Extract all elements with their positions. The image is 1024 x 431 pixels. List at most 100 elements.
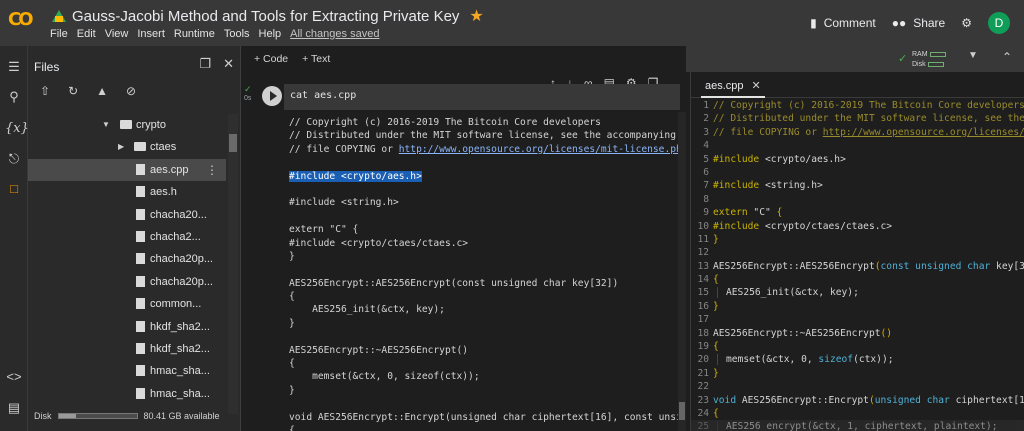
files-scrollbar[interactable]	[228, 114, 238, 414]
menu-help[interactable]: Help	[259, 28, 282, 40]
close-icon[interactable]: ✕	[223, 56, 234, 72]
tree-row-file[interactable]: hkdf_sha2...	[28, 338, 226, 360]
more-vert-icon[interactable]: ⋮	[206, 159, 218, 181]
add-code-button[interactable]: + Code	[254, 46, 288, 72]
hide-icon[interactable]: ⊘	[126, 84, 136, 98]
files-panel: Files ❐ ✕ ⇧ ↻ ▲ ⊘ ▼ crypto ▶ ctaes aes.c…	[28, 46, 241, 431]
tree-row-file[interactable]: hmac_sha...	[28, 383, 226, 405]
notebook-scrollbar[interactable]	[678, 112, 686, 431]
scrollbar-thumb[interactable]	[229, 134, 237, 152]
left-rail: ☰ ⚲ {x} ⎋ □ <> ▤	[0, 46, 29, 431]
ram-label: RAM	[912, 50, 928, 58]
chevron-down-icon[interactable]: ▼	[102, 114, 110, 136]
code-token: {	[713, 407, 719, 419]
list-icon[interactable]: ☰	[5, 58, 23, 76]
resource-meter[interactable]: RAM Disk	[912, 49, 946, 69]
save-status[interactable]: All changes saved	[290, 28, 379, 40]
colab-logo[interactable]: CO	[8, 9, 33, 30]
menu-runtime[interactable]: Runtime	[174, 28, 215, 40]
notebook-title[interactable]: Gauss-Jacobi Method and Tools for Extrac…	[72, 8, 459, 25]
tree-row-aes-cpp[interactable]: aes.cpp ⋮	[28, 158, 226, 182]
code-line: 11}	[691, 233, 1024, 246]
code-line: 3 // file COPYING or http://www.opensourc…	[691, 126, 1024, 139]
code-token: AES256Encrypt::Encrypt	[736, 394, 869, 406]
code-token: void	[713, 394, 737, 406]
tree-row-file[interactable]: hkdf_sha2...	[28, 316, 226, 338]
menu-tools[interactable]: Tools	[224, 28, 250, 40]
gear-icon[interactable]: ⚙	[961, 16, 972, 30]
folder-icon[interactable]: □	[5, 180, 23, 198]
code-token: <string.h>	[759, 180, 823, 192]
check-icon: ✓	[898, 53, 908, 65]
tree-row-file[interactable]: chacha20...	[28, 204, 226, 226]
search-icon[interactable]: ⚲	[5, 88, 23, 106]
code-token: AES256Encrypt::AES256Encrypt	[713, 260, 875, 272]
line-number: 14	[697, 274, 709, 286]
share-button[interactable]: ●● Share	[892, 16, 946, 30]
tree-row-file[interactable]: aes.h	[28, 181, 226, 203]
menu-insert[interactable]: Insert	[137, 28, 165, 40]
editor-code[interactable]: 1 // Copyright (c) 2016-2019 The Bitcoin …	[691, 99, 1024, 431]
tree-row-ctaes[interactable]: ▶ ctaes	[28, 136, 226, 158]
terminal-icon[interactable]: ▤	[5, 399, 23, 417]
key-icon[interactable]: ⎋	[5, 150, 23, 168]
code-icon[interactable]: <>	[5, 368, 23, 386]
cell-source[interactable]: cat aes.cpp	[290, 90, 356, 101]
avatar[interactable]: D	[988, 12, 1010, 34]
line-number: 24	[697, 407, 709, 419]
mount-drive-icon[interactable]: ▲	[96, 84, 108, 98]
output-text: // Copyright (c) 2016-2019 The Bitcoin C…	[289, 117, 601, 128]
code-line: 20 memset(&ctx, 0, sizeof(ctx));	[691, 353, 1024, 366]
tree-row-file[interactable]: chacha20p...	[28, 248, 226, 270]
code-cell-input[interactable]: cat aes.cpp	[284, 84, 680, 110]
code-line: 1 // Copyright (c) 2016-2019 The Bitcoin …	[691, 99, 1024, 112]
chevron-up-icon[interactable]: ⌃	[1002, 50, 1012, 64]
code-line: 5 #include <crypto/aes.h>	[691, 153, 1024, 166]
code-token[interactable]: http://www.opensource.org/licenses/mit-	[823, 127, 1024, 138]
code-token: #include	[713, 180, 760, 192]
tree-item-label: ctaes	[150, 141, 177, 154]
upload-icon[interactable]: ⇧	[40, 84, 50, 98]
code-token: <crypto/aes.h>	[759, 153, 846, 165]
code-token: ()	[880, 327, 893, 339]
code-token: }	[713, 300, 719, 312]
refresh-icon[interactable]: ↻	[68, 84, 78, 98]
editor-tabbar: aes.cpp ✕	[691, 72, 1024, 98]
license-link[interactable]: http://www.opensource.org/licenses/mit-l…	[399, 144, 679, 155]
comment-button[interactable]: ▮ Comment	[810, 16, 876, 30]
new-window-icon[interactable]: ❐	[199, 56, 211, 72]
code-token: }	[713, 233, 719, 245]
tree-item-label: crypto	[136, 119, 166, 131]
add-text-button[interactable]: + Text	[302, 46, 330, 72]
chevron-down-icon[interactable]: ▼	[968, 50, 978, 61]
line-number: 8	[703, 193, 709, 205]
output-text: extern "C" {	[289, 224, 359, 236]
close-icon[interactable]: ✕	[752, 80, 761, 92]
tree-row-file[interactable]: chacha20p...	[28, 271, 226, 293]
chevron-right-icon[interactable]: ▶	[118, 136, 124, 158]
code-token: ciphertext[16],	[955, 394, 1024, 406]
line-number: 22	[697, 381, 709, 393]
tree-row-file[interactable]: chacha2...	[28, 226, 226, 248]
code-token: "C"	[747, 207, 777, 219]
menu-edit[interactable]: Edit	[77, 28, 96, 40]
file-tree: ▼ crypto ▶ ctaes aes.cpp ⋮ aes.h chacha2…	[28, 114, 226, 405]
tree-row-crypto[interactable]: ▼ crypto	[28, 114, 226, 136]
code-line: 6	[691, 166, 1024, 179]
line-number: 23	[697, 394, 709, 406]
tree-row-file[interactable]: hmac_sha...	[28, 360, 226, 382]
editor-tab[interactable]: aes.cpp ✕	[701, 72, 765, 98]
variables-icon[interactable]: {x}	[5, 120, 29, 138]
code-token: // Distributed under the MIT software li…	[713, 113, 1024, 125]
star-icon[interactable]: ★	[469, 6, 483, 26]
title-row: Gauss-Jacobi Method and Tools for Extrac…	[52, 6, 484, 26]
run-cell-button[interactable]	[262, 86, 282, 106]
menu-file[interactable]: File	[50, 28, 68, 40]
tree-item-label: chacha2...	[150, 230, 201, 243]
menu-view[interactable]: View	[105, 28, 129, 40]
tree-row-file[interactable]: common...	[28, 293, 226, 315]
scrollbar-thumb[interactable]	[679, 402, 685, 420]
